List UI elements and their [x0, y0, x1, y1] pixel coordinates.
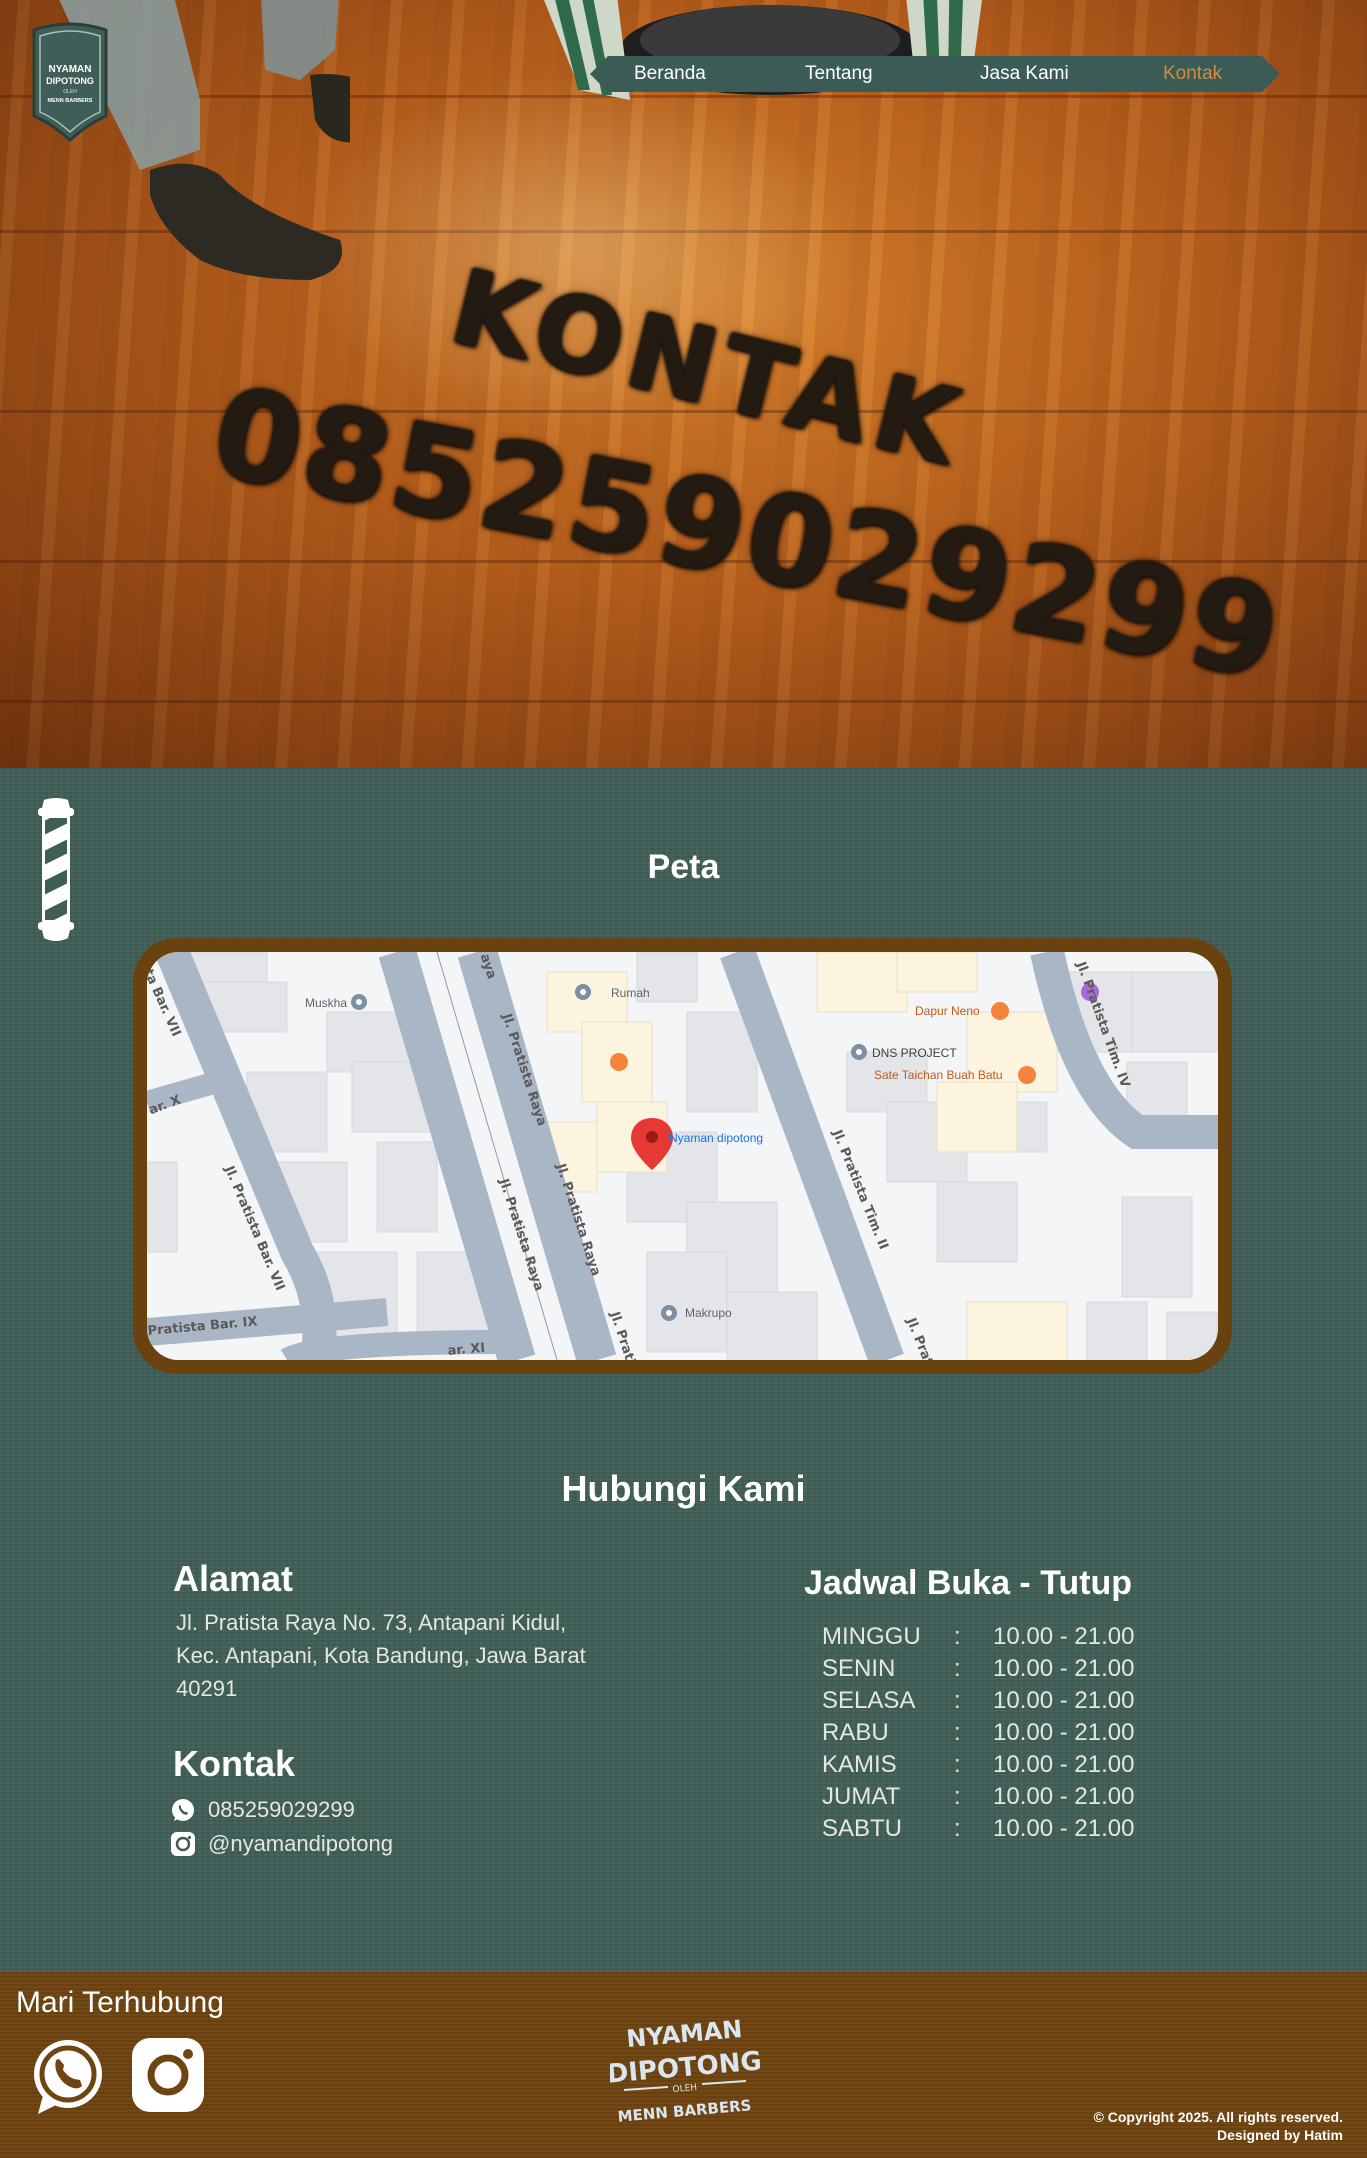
- instagram-contact-link[interactable]: @nyamandipotong: [170, 1829, 393, 1859]
- whatsapp-icon: [172, 1799, 194, 1821]
- opening-hours-row: JUMAT : 10.00 - 21.00: [822, 1783, 1182, 1815]
- contact-section-title: Hubungi Kami: [561, 1468, 806, 1509]
- schedule-day: KAMIS: [822, 1751, 897, 1778]
- footer-instagram-icon[interactable]: [130, 2036, 206, 2114]
- map-label-sate-taichan[interactable]: Sate Taichan Buah Batu: [874, 1068, 1003, 1082]
- instagram-handle: @nyamandipotong: [208, 1831, 394, 1856]
- map-section-title: Peta: [647, 848, 720, 886]
- instagram-icon: [171, 1832, 195, 1856]
- embedded-map[interactable]: Muskha Rumah Dapur Neno DNS PROJECT Sate…: [147, 952, 1218, 1360]
- copyright-line: © Copyright 2025. All rights reserved.: [1093, 2109, 1343, 2125]
- schedule-separator: :: [954, 1719, 961, 1746]
- opening-hours-row: SABTU : 10.00 - 21.00: [822, 1815, 1182, 1847]
- schedule-hours: 10.00 - 21.00: [993, 1719, 1135, 1746]
- schedule-day: SELASA: [822, 1687, 916, 1714]
- address-line: Kec. Antapani, Kota Bandung, Jawa Barat: [176, 1643, 586, 1668]
- schedule-separator: :: [954, 1815, 961, 1842]
- schedule-separator: :: [954, 1783, 961, 1810]
- schedule-hours: 10.00 - 21.00: [993, 1687, 1135, 1714]
- opening-hours-row: KAMIS : 10.00 - 21.00: [822, 1751, 1182, 1783]
- map-label-nyaman-dipotong[interactable]: Nyaman dipotong: [669, 1131, 763, 1145]
- logo-line-3: OLEH: [63, 89, 77, 95]
- address-text: Jl. Pratista Raya No. 73, Antapani Kidul…: [176, 1606, 656, 1705]
- opening-hours-row: RABU : 10.00 - 21.00: [822, 1719, 1182, 1751]
- schedule-hours: 10.00 - 21.00: [993, 1783, 1135, 1810]
- opening-hours-heading: Jadwal Buka - Tutup: [804, 1564, 1133, 1602]
- nav-link-tentang[interactable]: Tentang: [805, 61, 873, 87]
- whatsapp-number: 085259029299: [208, 1797, 355, 1822]
- floor-plank-line: [0, 700, 1367, 703]
- opening-hours-row: MINGGU : 10.00 - 21.00: [822, 1623, 1182, 1655]
- schedule-hours: 10.00 - 21.00: [993, 1815, 1135, 1842]
- footer-logo-line-3: OLEH: [672, 2083, 697, 2095]
- schedule-separator: :: [954, 1687, 961, 1714]
- footer-logo-line-1: NYAMAN: [625, 2015, 743, 2053]
- schedule-day: JUMAT: [822, 1783, 901, 1810]
- footer-title: Mari Terhubung: [16, 1986, 224, 2019]
- logo-line-1: NYAMAN: [49, 64, 92, 75]
- brand-logo-badge[interactable]: NYAMAN DIPOTONG OLEH MENN BARBERS: [28, 20, 112, 144]
- map-label-muskha[interactable]: Muskha: [305, 996, 347, 1010]
- hero-banner: KONTAK 085259029299: [0, 0, 1367, 768]
- schedule-day: SENIN: [822, 1655, 896, 1682]
- site-footer: Mari Terhubung NYAMAN DIPOTONG OLEH MENN…: [0, 1972, 1367, 2158]
- opening-hours-row: SELASA : 10.00 - 21.00: [822, 1687, 1182, 1719]
- designer-credit: Designed by Hatim: [1216, 2127, 1343, 2143]
- footer-whatsapp-icon[interactable]: [28, 2036, 108, 2116]
- nav-link-jasa-kami[interactable]: Jasa Kami: [980, 61, 1069, 87]
- nav-link-kontak[interactable]: Kontak: [1163, 61, 1222, 87]
- map-label-dns-project[interactable]: DNS PROJECT: [872, 1046, 957, 1060]
- main-navigation: Beranda Tentang Jasa Kami Kontak: [590, 56, 1280, 92]
- schedule-day: RABU: [822, 1719, 889, 1746]
- map-canvas[interactable]: [147, 952, 1218, 1360]
- schedule-day: SABTU: [822, 1815, 903, 1842]
- map-frame: Muskha Rumah Dapur Neno DNS PROJECT Sate…: [133, 938, 1232, 1374]
- whatsapp-contact-link[interactable]: 085259029299: [170, 1795, 355, 1825]
- logo-line-4: MENN BARBERS: [48, 98, 93, 104]
- map-label-makrupo[interactable]: Makrupo: [685, 1306, 732, 1320]
- address-line: Jl. Pratista Raya No. 73, Antapani Kidul…: [176, 1610, 567, 1635]
- footer-brand-logo: NYAMAN DIPOTONG OLEH MENN BARBERS: [610, 2015, 760, 2126]
- schedule-separator: :: [954, 1655, 961, 1682]
- schedule-separator: :: [954, 1623, 961, 1650]
- copyright-text: © Copyright 2025. All rights reserved. D…: [1094, 2108, 1343, 2144]
- contact-heading: Kontak: [173, 1743, 296, 1784]
- schedule-day: MINGGU: [822, 1623, 921, 1650]
- nav-link-beranda[interactable]: Beranda: [634, 61, 706, 87]
- address-heading: Alamat: [173, 1558, 294, 1599]
- footer-logo-line-4: MENN BARBERS: [617, 2096, 752, 2126]
- schedule-hours: 10.00 - 21.00: [993, 1655, 1135, 1682]
- schedule-hours: 10.00 - 21.00: [993, 1751, 1135, 1778]
- schedule-separator: :: [954, 1751, 961, 1778]
- contact-section: Peta Muskha Rumah Dapur Neno DNS PROJECT…: [0, 768, 1367, 1972]
- address-line: 40291: [176, 1676, 238, 1701]
- map-label-dapur-neno[interactable]: Dapur Neno: [915, 1004, 980, 1018]
- opening-hours-table: MINGGU : 10.00 - 21.00 SENIN : 10.00 - 2…: [822, 1623, 1182, 1847]
- map-label-rumah[interactable]: Rumah: [611, 986, 650, 1000]
- opening-hours-row: SENIN : 10.00 - 21.00: [822, 1655, 1182, 1687]
- schedule-hours: 10.00 - 21.00: [993, 1623, 1135, 1650]
- logo-line-2: DIPOTONG: [46, 76, 94, 86]
